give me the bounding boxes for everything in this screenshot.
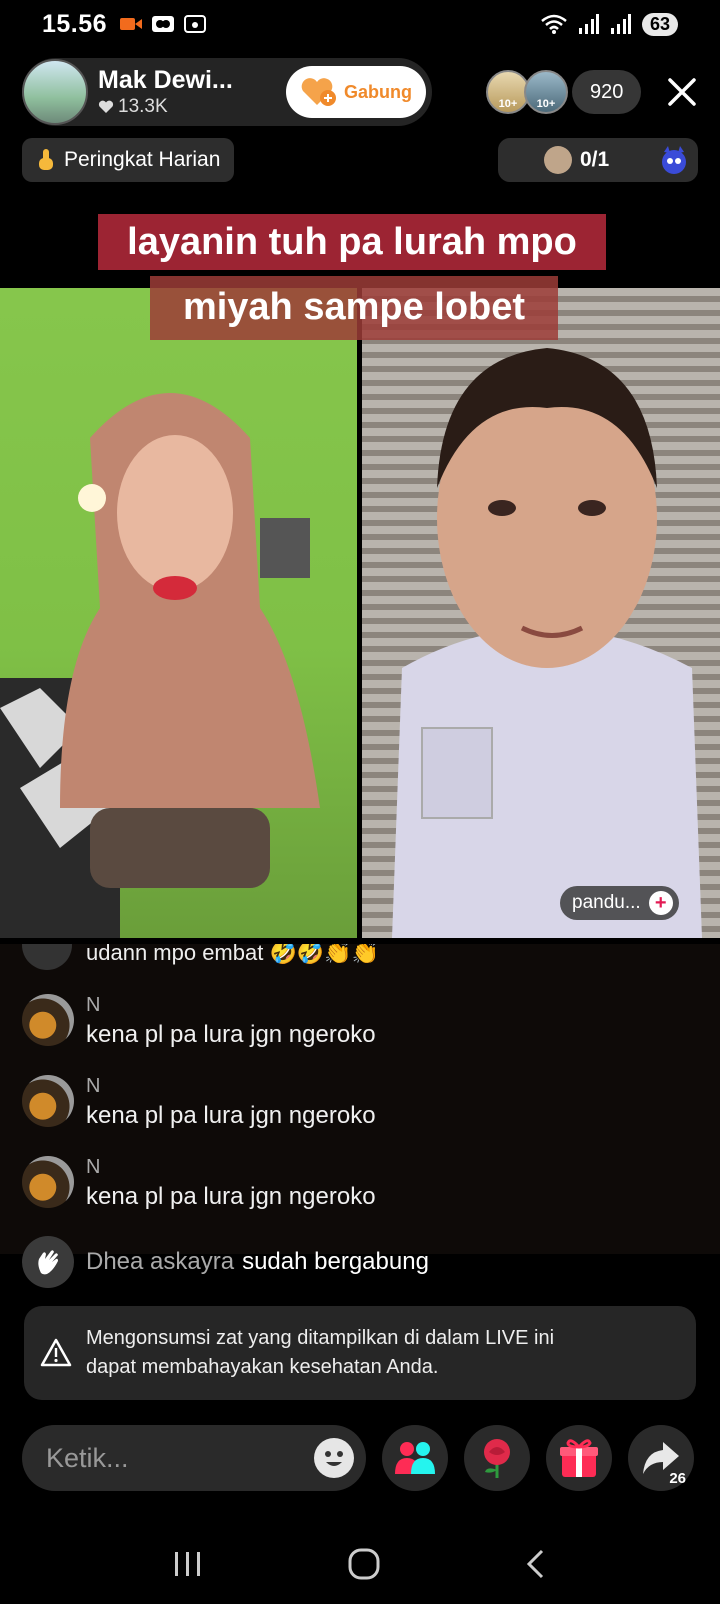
host-video-frame (0, 393, 320, 938)
caption-line-2: miyah sampe lobet (150, 276, 558, 340)
comment-input[interactable]: Ketik... (22, 1425, 366, 1491)
guest-video-frame (392, 348, 702, 938)
close-icon[interactable] (664, 74, 700, 110)
comment-username: N (86, 994, 101, 1016)
system-nav-bar (0, 1524, 720, 1604)
guest-video[interactable] (362, 288, 720, 938)
comment-text: kena pl pa lura jgn ngeroko (86, 1021, 376, 1048)
cohost-avatar (544, 146, 572, 174)
host-likes-count: 13.3K (118, 96, 168, 117)
join-notification: Dhea askayra sudah bergabung (22, 1236, 429, 1288)
host-name: Mak Dewi... (98, 66, 233, 94)
home-icon[interactable] (347, 1547, 381, 1581)
joined-username: Dhea askayra (86, 1248, 235, 1275)
comment-avatar[interactable] (22, 944, 72, 970)
heart-plus-icon (301, 78, 336, 106)
gift-button[interactable] (546, 1425, 612, 1491)
recents-icon[interactable] (172, 1550, 204, 1578)
join-button-label: Gabung (344, 81, 412, 102)
top-viewers[interactable]: 10+ 10+ 920 (486, 70, 642, 114)
joined-text: sudah bergabung (242, 1248, 429, 1275)
status-bar: 15.56 63 (0, 0, 720, 48)
join-button[interactable]: Gabung (286, 66, 426, 118)
host-avatar[interactable] (22, 59, 88, 125)
health-warning-banner: Mengonsumsi zat yang ditampilkan di dala… (24, 1306, 696, 1400)
people-icon (395, 1442, 435, 1474)
comment-avatar[interactable] (22, 1075, 74, 1127)
finger-up-icon (39, 149, 53, 170)
comment-item[interactable]: N kena pl pa lura jgn ngeroko (22, 1156, 376, 1211)
comment-avatar[interactable] (22, 1156, 74, 1208)
cohost-slots[interactable]: 0/1 (498, 138, 698, 182)
guest-name: pandu... (572, 892, 641, 913)
host-profile-pill[interactable]: Mak Dewi... 13.3K Gabung (22, 58, 432, 126)
warning-text-line-2: dapat membahayakan kesehatan Anda. (86, 1356, 439, 1378)
comment-username: N (86, 1156, 101, 1178)
viewer-avatar-2[interactable]: 10+ (524, 70, 568, 114)
viewer-count[interactable]: 920 (572, 70, 642, 114)
cohost-slot-count: 0/1 (580, 148, 610, 171)
daily-ranking-label: Peringkat Harian (64, 148, 221, 171)
comment-input-placeholder: Ketik... (46, 1442, 129, 1473)
daily-ranking-button[interactable]: Peringkat Harian (22, 138, 235, 182)
follow-plus-icon[interactable]: + (648, 891, 673, 915)
share-button[interactable]: 26 (628, 1425, 694, 1491)
signal-icon-2 (610, 14, 631, 34)
status-time: 15.56 (42, 9, 108, 38)
gift-icon (560, 1439, 598, 1477)
back-icon[interactable] (524, 1548, 548, 1580)
comment-text-partial: udann mpo embat 🤣🤣👏👏 (86, 944, 380, 965)
comment-feed[interactable]: udann mpo embat 🤣🤣👏👏 N kena pl pa lura j… (0, 944, 720, 1254)
comment-text: kena pl pa lura jgn ngeroko (86, 1102, 376, 1129)
emoji-icon[interactable] (314, 1438, 354, 1478)
caption-line-1: layanin tuh pa lurah mpo (98, 214, 606, 270)
comment-avatar[interactable] (22, 994, 74, 1046)
rose-icon (484, 1439, 510, 1478)
host-likes: 13.3K (98, 96, 233, 118)
guest-name-tag[interactable]: pandu... + (560, 886, 679, 920)
screenshot-icon (184, 15, 207, 33)
comment-item[interactable]: N kena pl pa lura jgn ngeroko (22, 1075, 376, 1130)
video-record-icon (120, 18, 143, 30)
cohost-button[interactable] (382, 1425, 448, 1491)
battery-indicator: 63 (641, 12, 678, 36)
wave-icon (22, 1236, 74, 1288)
comment-username: N (86, 1075, 101, 1097)
mascot-icon[interactable] (658, 144, 690, 176)
wifi-icon (541, 14, 567, 34)
signal-icon (578, 14, 599, 34)
host-video[interactable] (0, 288, 357, 938)
comment-text: kena pl pa lura jgn ngeroko (86, 1183, 376, 1210)
media-icon (152, 16, 175, 32)
rose-gift-button[interactable] (464, 1425, 530, 1491)
comment-item[interactable]: N kena pl pa lura jgn ngeroko (22, 994, 376, 1049)
warning-icon (40, 1338, 72, 1367)
share-count: 26 (669, 1470, 686, 1487)
heart-icon (98, 100, 114, 113)
warning-text-line-1: Mengonsumsi zat yang ditampilkan di dala… (86, 1327, 555, 1349)
